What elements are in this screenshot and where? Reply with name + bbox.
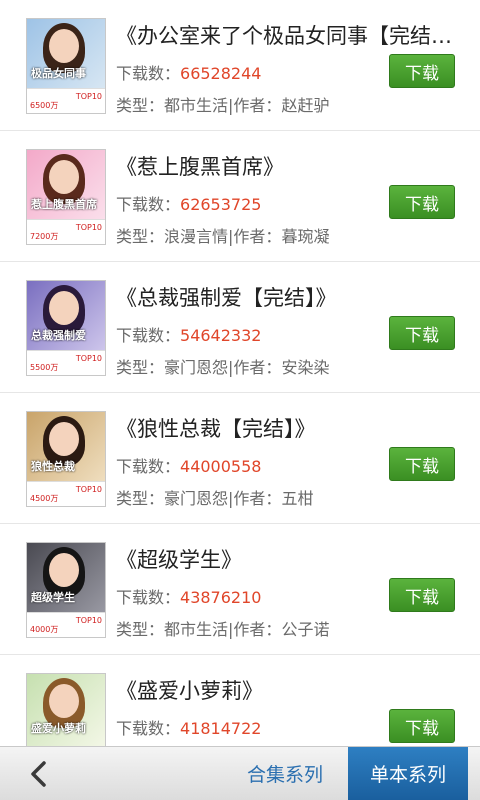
book-item[interactable]: 超级学生 TOP10 4000万 《超级学生》 下载数：43876210 类型：… [0,524,480,655]
download-count-label: 下载数： [116,195,181,214]
cover-count: 7200万 [30,232,59,241]
book-item[interactable]: 狼性总裁 TOP10 4500万 《狼性总裁【完结】》 下载数：44000558… [0,393,480,524]
book-meta: 类型：都市生活|作者：公子诺 [116,616,329,640]
book-item[interactable]: 惹上腹黑首席 TOP10 7200万 《惹上腹黑首席》 下载数：62653725… [0,131,480,262]
book-title[interactable]: 《惹上腹黑首席》 [116,151,456,181]
cover-count: 5500万 [30,363,59,372]
cover-top10-label: TOP10 [75,616,102,625]
book-title[interactable]: 《办公室来了个极品女同事【完结】》 [116,20,456,50]
book-meta: 类型：都市生活|作者：赵赶驴 [116,92,329,116]
download-count-value: 66528244 [180,64,262,83]
download-count-label: 下载数： [116,64,181,83]
book-meta: 类型：浪漫言情|作者：暮琬凝 [116,223,329,247]
type-label: 类型： [116,96,165,115]
download-button[interactable]: 下载 [389,709,455,743]
author-label: 作者： [233,489,282,508]
book-type: 豪门恩怨 [164,489,229,508]
type-label: 类型： [116,489,165,508]
cover-count: 4000万 [30,625,59,634]
download-count-row: 下载数：66528244 [116,60,261,84]
download-count-row: 下载数：44000558 [116,453,261,477]
book-type: 都市生活 [164,96,229,115]
book-item[interactable]: 盛爱小萝莉 《盛爱小萝莉》 下载数：41814722 下载 [0,655,480,746]
book-title[interactable]: 《狼性总裁【完结】》 [116,413,456,443]
cover-figure-face [49,553,79,587]
tab-single-series[interactable]: 单本系列 [348,747,468,800]
cover-count: 4500万 [30,494,59,503]
download-count-value: 54642332 [180,326,262,345]
book-author: 赵赶驴 [281,96,330,115]
download-button[interactable]: 下载 [389,316,455,350]
download-button[interactable]: 下载 [389,54,455,88]
book-author: 安染染 [281,358,330,377]
cover-count: 6500万 [30,101,59,110]
download-count-row: 下载数：43876210 [116,584,261,608]
book-item[interactable]: 总裁强制爱 TOP10 5500万 《总裁强制爱【完结】》 下载数：546423… [0,262,480,393]
bottom-navigation-bar: 合集系列 单本系列 [0,746,480,800]
cover-top10-label: TOP10 [75,485,102,494]
download-count-label: 下载数： [116,326,181,345]
book-author: 五柑 [281,489,314,508]
download-count-value: 44000558 [180,457,262,476]
cover-top10-label: TOP10 [75,223,102,232]
download-count-value: 41814722 [180,719,262,738]
author-label: 作者： [233,358,282,377]
download-button[interactable]: 下载 [389,447,455,481]
author-label: 作者： [233,227,282,246]
cover-figure-face [49,422,79,456]
book-author: 暮琬凝 [281,227,330,246]
tab-collection-series[interactable]: 合集系列 [222,747,348,800]
download-count-label: 下载数： [116,588,181,607]
download-count-value: 62653725 [180,195,262,214]
type-label: 类型： [116,358,165,377]
book-item[interactable]: 极品女同事 TOP10 6500万 《办公室来了个极品女同事【完结】》 下载数：… [0,0,480,131]
cover-figure-face [49,160,79,194]
download-count-row: 下载数：41814722 [116,715,261,739]
download-count-label: 下载数： [116,457,181,476]
book-cover-image[interactable]: 极品女同事 TOP10 6500万 [26,18,106,114]
download-button[interactable]: 下载 [389,185,455,219]
book-type: 豪门恩怨 [164,358,229,377]
book-list: 极品女同事 TOP10 6500万 《办公室来了个极品女同事【完结】》 下载数：… [0,0,480,746]
cover-title-text: 极品女同事 [31,67,86,80]
download-count-row: 下载数：54642332 [116,322,261,346]
download-count-value: 43876210 [180,588,262,607]
book-cover-image[interactable]: 超级学生 TOP10 4000万 [26,542,106,638]
cover-title-text: 惹上腹黑首席 [31,198,97,211]
back-arrow-icon[interactable] [24,757,54,791]
book-type: 浪漫言情 [164,227,229,246]
cover-figure-face [49,291,79,325]
type-label: 类型： [116,227,165,246]
author-label: 作者： [233,96,282,115]
book-meta: 类型：豪门恩怨|作者：五柑 [116,485,313,509]
download-count-label: 下载数： [116,719,181,738]
book-author: 公子诺 [281,620,330,639]
download-count-row: 下载数：62653725 [116,191,261,215]
book-cover-image[interactable]: 惹上腹黑首席 TOP10 7200万 [26,149,106,245]
book-type: 都市生活 [164,620,229,639]
cover-title-text: 狼性总裁 [31,460,75,473]
cover-figure-face [49,684,79,718]
book-title[interactable]: 《超级学生》 [116,544,456,574]
book-cover-image[interactable]: 狼性总裁 TOP10 4500万 [26,411,106,507]
cover-title-text: 总裁强制爱 [31,329,86,342]
download-button[interactable]: 下载 [389,578,455,612]
author-label: 作者： [233,620,282,639]
book-meta: 类型：豪门恩怨|作者：安染染 [116,354,329,378]
cover-top10-label: TOP10 [75,354,102,363]
cover-title-text: 盛爱小萝莉 [31,722,86,735]
cover-figure-face [49,29,79,63]
cover-top10-label: TOP10 [75,92,102,101]
book-title[interactable]: 《总裁强制爱【完结】》 [116,282,456,312]
book-cover-image[interactable]: 总裁强制爱 TOP10 5500万 [26,280,106,376]
book-cover-image[interactable]: 盛爱小萝莉 [26,673,106,746]
cover-title-text: 超级学生 [31,591,75,604]
type-label: 类型： [116,620,165,639]
book-title[interactable]: 《盛爱小萝莉》 [116,675,456,705]
